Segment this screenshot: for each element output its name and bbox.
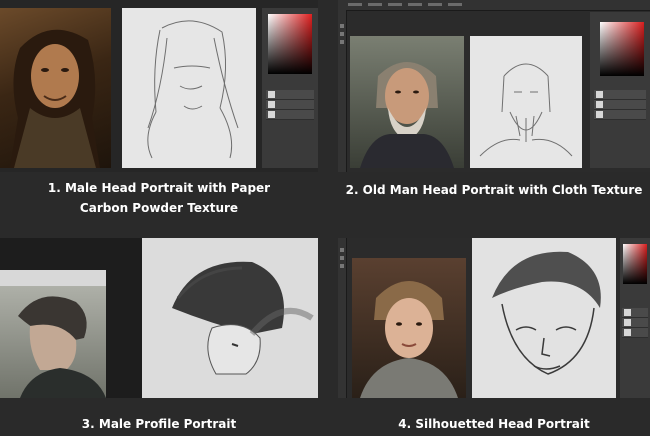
sketch-canvas[interactable] [472, 238, 616, 398]
tutorial-3-screenshot[interactable] [0, 238, 318, 398]
color-picker[interactable] [623, 244, 647, 284]
sketch-canvas[interactable] [122, 8, 256, 168]
reference-photo-profile-frame [0, 270, 106, 398]
sketch-canvas[interactable] [142, 238, 318, 398]
brush-icon[interactable] [340, 248, 344, 252]
tools-toolbar[interactable] [338, 238, 347, 398]
layer-row[interactable] [266, 90, 314, 100]
layer-row[interactable] [594, 90, 646, 100]
color-picker[interactable] [268, 14, 312, 74]
reference-photo-long-hair-man [0, 8, 111, 168]
tutorial-1-screenshot[interactable] [0, 0, 318, 172]
app-menubar[interactable] [338, 0, 650, 11]
caption-line-1: 1. Male Head Portrait with Paper [47, 181, 271, 195]
layer-row[interactable] [266, 100, 314, 110]
reference-photo-profile [0, 286, 106, 398]
layer-row[interactable] [594, 100, 646, 110]
caption-line-1: 2. Old Man Head Portrait with Cloth Text… [345, 183, 643, 197]
caption-line-1: 4. Silhouetted Head Portrait [398, 417, 590, 431]
reference-photo-old-man [350, 36, 464, 168]
layer-row[interactable] [622, 318, 648, 328]
tutorial-4-caption: 4. Silhouetted Head Portrait [338, 414, 650, 434]
eraser-icon[interactable] [340, 256, 344, 260]
color-picker[interactable] [600, 22, 644, 76]
tutorial-1-caption: 1. Male Head Portrait with Paper Carbon … [0, 178, 318, 218]
layers-panel[interactable] [620, 238, 650, 398]
layer-row[interactable] [266, 110, 314, 120]
layer-row[interactable] [622, 308, 648, 318]
move-icon[interactable] [340, 264, 344, 268]
tutorial-2-screenshot[interactable] [338, 0, 650, 172]
eraser-icon[interactable] [340, 32, 344, 36]
tutorial-2-caption: 2. Old Man Head Portrait with Cloth Text… [338, 180, 650, 200]
brush-icon[interactable] [340, 24, 344, 28]
tutorial-3-caption: 3. Male Profile Portrait [0, 414, 318, 434]
layer-row[interactable] [622, 328, 648, 338]
reference-photo-boy [352, 258, 466, 398]
caption-line-1: 3. Male Profile Portrait [81, 417, 237, 431]
layer-row[interactable] [594, 110, 646, 120]
move-icon[interactable] [340, 40, 344, 44]
tools-toolbar[interactable] [338, 10, 347, 172]
layers-panel[interactable] [262, 8, 318, 168]
layers-panel[interactable] [590, 12, 650, 168]
sketch-canvas[interactable] [470, 36, 582, 168]
tutorial-4-screenshot[interactable] [338, 238, 650, 398]
caption-line-2: Carbon Powder Texture [79, 201, 239, 215]
